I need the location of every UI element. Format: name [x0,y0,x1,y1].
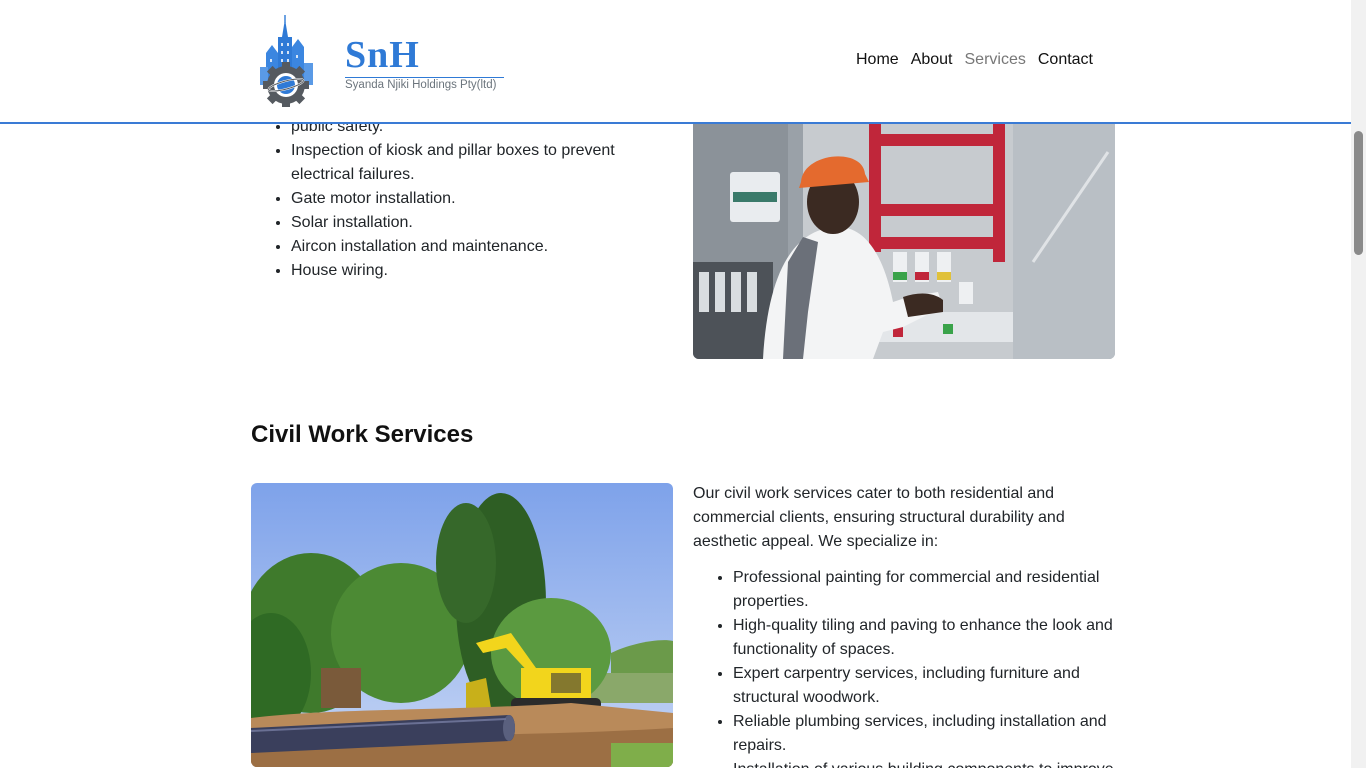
scrollbar-thumb[interactable] [1354,131,1363,255]
civil-section-title: Civil Work Services [251,421,474,448]
list-item: Installation of various building compone… [733,758,1123,768]
civil-services-text: Our civil work services cater to both re… [693,482,1123,768]
brand-title: SnH [345,34,420,76]
list-item: Solar installation. [291,211,671,235]
list-item: Reliable plumbing services, including in… [733,710,1123,758]
city-gear-logo-icon[interactable] [256,15,322,108]
nav-services[interactable]: Services [965,51,1026,69]
nav-about[interactable]: About [911,51,953,69]
nav-home[interactable]: Home [856,51,899,69]
electrician-at-panel-photo [693,112,1115,359]
list-item: Aircon installation and maintenance. [291,235,671,259]
excavator-pipeline-photo [251,483,673,767]
list-item: Expert carpentry services, including fur… [733,662,1123,710]
list-item: Inspection of kiosk and pillar boxes to … [291,139,671,187]
civil-intro: Our civil work services cater to both re… [693,485,1065,550]
list-item: House wiring. [291,259,671,283]
brand-divider [345,77,504,78]
page-scrollbar[interactable] [1351,0,1366,768]
brand[interactable]: SnH Syanda Njiki Holdings Pty(ltd) [345,36,504,91]
list-item: High-quality tiling and paving to enhanc… [733,614,1123,662]
list-item: Gate motor installation. [291,187,671,211]
nav-contact[interactable]: Contact [1038,51,1093,69]
list-item: Professional painting for commercial and… [733,566,1123,614]
main-nav: Home About Services Contact [856,51,1093,69]
site-header: SnH Syanda Njiki Holdings Pty(ltd) Home … [0,0,1351,124]
civil-services-list: Professional painting for commercial and… [693,566,1123,768]
electrical-services-list: public safety. Inspection of kiosk and p… [251,115,671,283]
brand-subtitle: Syanda Njiki Holdings Pty(ltd) [345,79,497,91]
